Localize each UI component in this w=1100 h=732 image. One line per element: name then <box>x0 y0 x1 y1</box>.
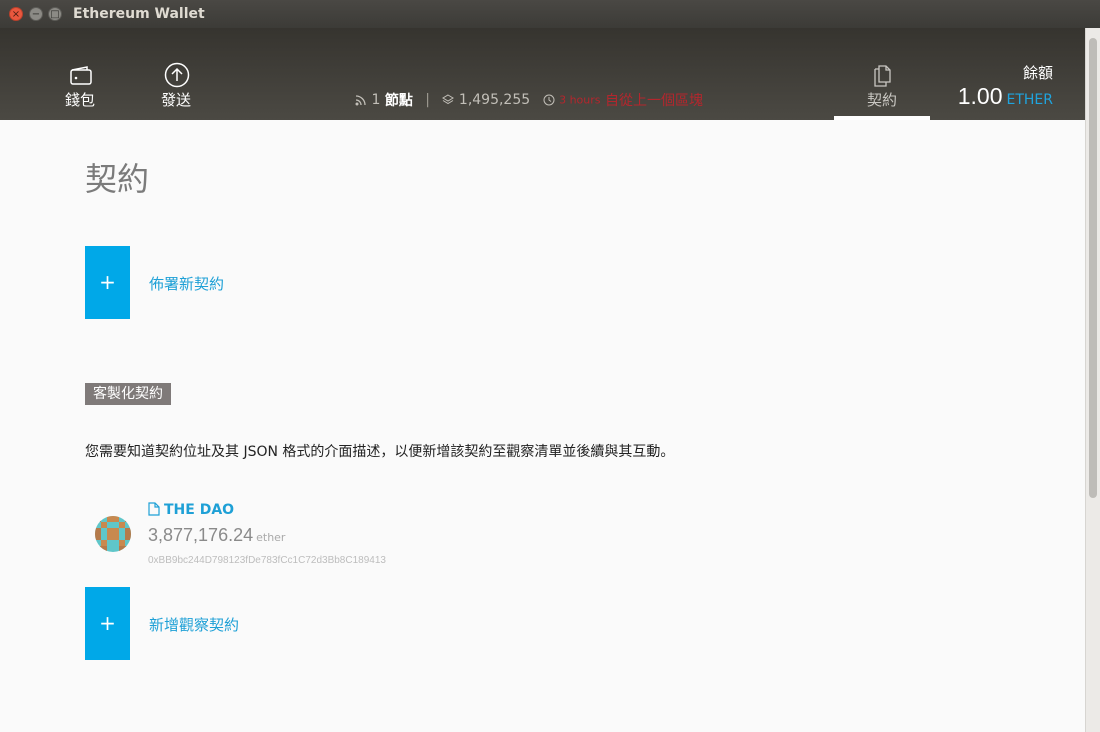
rss-icon <box>355 95 366 106</box>
watch-contract-label: 新增觀察契約 <box>149 616 240 634</box>
wallet-icon <box>70 66 92 85</box>
page-title: 契約 <box>85 160 150 198</box>
contract-name-link[interactable]: THE DAO <box>148 502 234 518</box>
clock-icon <box>543 94 555 106</box>
active-tab-indicator <box>834 116 930 120</box>
since-block-label: 自從上一個區塊 <box>604 93 703 109</box>
window-minimize-button[interactable]: − <box>29 7 43 21</box>
nav-send[interactable]: 發送 <box>128 28 224 120</box>
arrow-up-circle-icon <box>164 62 190 88</box>
documents-icon <box>874 65 891 87</box>
custom-contracts-heading: 客製化契約 <box>85 383 171 405</box>
custom-contracts-description: 您需要知道契約位址及其 JSON 格式的介面描述，以便新增該契約至觀察清單並後續… <box>85 444 675 460</box>
plus-icon: + <box>85 587 130 660</box>
contract-balance-amount: 3,877,176.24 <box>148 525 254 545</box>
nav-contracts-label: 契約 <box>866 91 897 109</box>
status-separator: | <box>425 92 430 108</box>
app-header: 錢包 發送 1 節點 | 1,495,255 3 hours 自從上一個區塊 契… <box>0 28 1085 120</box>
watch-contract-button[interactable]: + 新增觀察契約 <box>85 587 485 660</box>
nav-contracts[interactable]: 契約 <box>834 28 930 120</box>
nav-wallet-label: 錢包 <box>64 91 95 109</box>
plus-icon: + <box>85 246 130 319</box>
nav-send-label: 發送 <box>160 91 191 109</box>
block-number: 1,495,255 <box>458 92 531 108</box>
contract-address: 0xBB9bc244D798123fDe783fCc1C72d3Bb8C1894… <box>148 555 386 566</box>
peers-count: 1 <box>371 92 381 108</box>
file-icon <box>148 502 160 516</box>
vertical-scrollbar[interactable] <box>1085 28 1100 732</box>
deploy-contract-button[interactable]: + 佈署新契約 <box>85 246 485 319</box>
contract-name: THE DAO <box>164 502 235 518</box>
window-maximize-button[interactable]: □ <box>48 7 62 21</box>
balance-display: 1.00 ETHER <box>958 83 1053 110</box>
balance-label: 餘額 <box>1022 64 1053 82</box>
scrollbar-thumb[interactable] <box>1089 38 1097 498</box>
contract-balance-unit: ether <box>256 531 286 544</box>
balance-amount: 1.00 <box>957 83 1003 109</box>
window-titlebar: × − □ Ethereum Wallet <box>0 0 1100 28</box>
contract-item[interactable]: THE DAO 3,877,176.24 ether 0xBB9bc244D798… <box>95 500 595 575</box>
network-status: 1 節點 | 1,495,255 3 hours 自從上一個區塊 <box>355 90 703 110</box>
contract-balance: 3,877,176.24 ether <box>148 525 285 546</box>
contract-identicon <box>95 516 131 552</box>
window-close-button[interactable]: × <box>9 7 23 21</box>
layers-icon <box>442 94 455 105</box>
balance-unit: ETHER <box>1006 92 1054 108</box>
peers-label: 節點 <box>384 93 413 109</box>
nav-wallet[interactable]: 錢包 <box>32 28 128 120</box>
time-since-block: 3 hours <box>559 93 601 107</box>
window-title: Ethereum Wallet <box>73 6 205 22</box>
deploy-contract-label: 佈署新契約 <box>149 275 225 293</box>
